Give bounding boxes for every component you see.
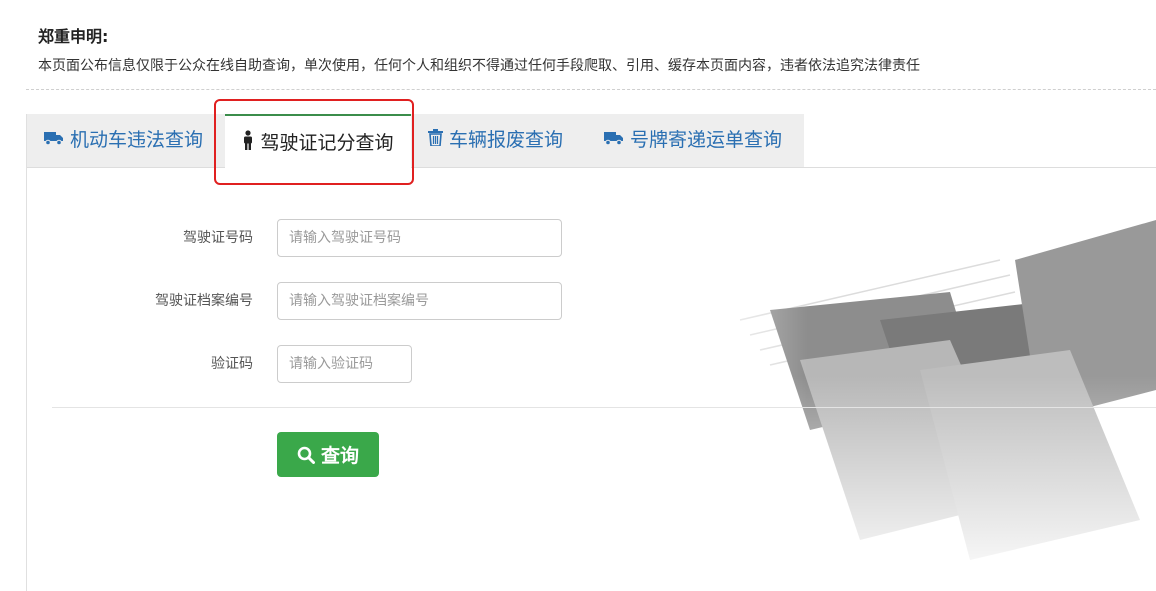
- notice: 郑重申明: 本页面公布信息仅限于公众在线自助查询，单次使用，任何个人和组织不得通…: [38, 26, 920, 76]
- trash-icon: [428, 114, 443, 167]
- query-button-label: 查询: [320, 445, 359, 467]
- form-divider: [52, 407, 1156, 408]
- query-button[interactable]: 查询: [277, 432, 379, 477]
- notice-title: 郑重申明:: [38, 27, 109, 46]
- tab-label: 驾驶证记分查询: [260, 132, 394, 154]
- truck-icon: [604, 114, 624, 167]
- tab-vehicle-violation[interactable]: 机动车违法查询: [44, 114, 203, 167]
- archive-number-label: 驾驶证档案编号: [155, 293, 253, 309]
- tab-plate-delivery[interactable]: 号牌寄递运单查询: [604, 114, 782, 167]
- tab-bar-underline: [27, 167, 1156, 168]
- archive-number-input[interactable]: [277, 282, 562, 320]
- divider: [26, 89, 1156, 90]
- search-icon: [297, 446, 315, 464]
- person-icon: [242, 117, 254, 171]
- license-number-row: 驾驶证号码: [26, 219, 626, 257]
- captcha-row: 验证码: [26, 345, 626, 383]
- tab-label: 车辆报废查询: [449, 129, 564, 151]
- truck-icon: [44, 114, 64, 167]
- tab-vehicle-scrap[interactable]: 车辆报废查询: [428, 114, 563, 167]
- notice-text: 本页面公布信息仅限于公众在线自助查询，单次使用，任何个人和组织不得通过任何手段爬…: [38, 58, 920, 74]
- license-number-input[interactable]: [277, 219, 562, 257]
- captcha-input[interactable]: [277, 345, 412, 383]
- active-tab-pointer: [314, 160, 330, 168]
- tab-label: 机动车违法查询: [70, 129, 204, 151]
- license-number-label: 驾驶证号码: [183, 230, 253, 246]
- tab-label: 号牌寄递运单查询: [630, 129, 783, 151]
- captcha-label: 验证码: [211, 356, 253, 372]
- archive-number-row: 驾驶证档案编号: [26, 282, 626, 320]
